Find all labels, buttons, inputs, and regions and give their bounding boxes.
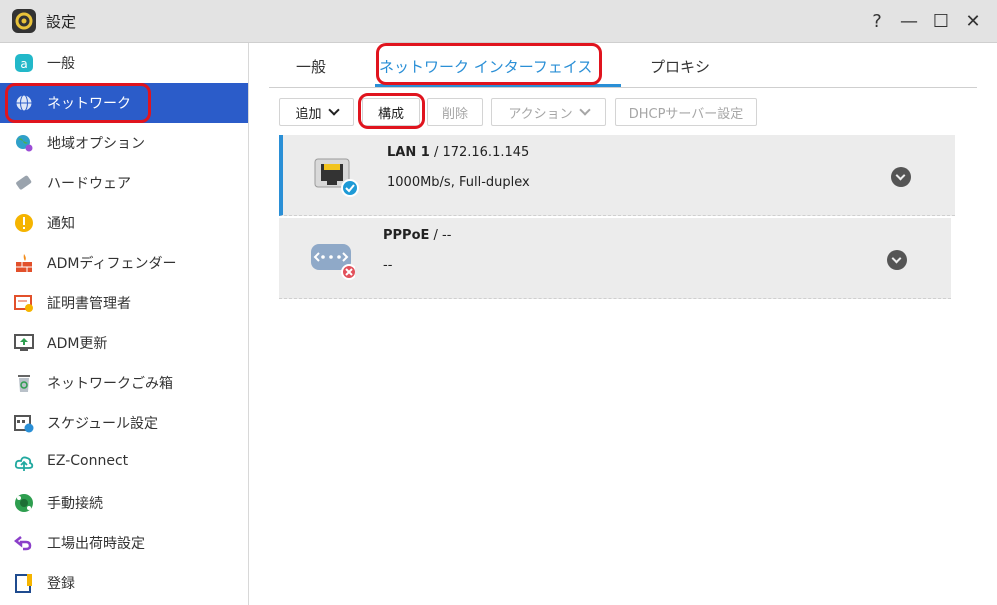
add-dropdown-button[interactable]: 追加 — [279, 98, 354, 126]
action-label: アクション — [508, 106, 573, 122]
hardware-icon — [16, 175, 32, 190]
sidebar-item-registration[interactable]: 登録 — [0, 563, 248, 603]
maximize-icon[interactable]: ☐ — [931, 10, 951, 32]
interface-status: -- — [383, 258, 393, 273]
delete-button[interactable]: 削除 — [427, 98, 483, 126]
tab-general[interactable]: 一般 — [296, 56, 326, 77]
ethernet-port-icon — [314, 158, 359, 197]
settings-gear-icon — [12, 9, 36, 33]
configure-highlight-box — [358, 93, 425, 129]
registration-icon — [15, 574, 32, 593]
sidebar-item-certificate[interactable]: 証明書管理者 — [0, 283, 248, 323]
update-icon — [14, 334, 34, 351]
action-dropdown-button[interactable]: アクション — [491, 98, 606, 126]
sidebar-item-adm-update[interactable]: ADM更新 — [0, 323, 248, 363]
dhcp-label: DHCPサーバー設定 — [628, 106, 744, 122]
sidebar-item-region[interactable]: 地域オプション — [0, 123, 248, 163]
settings-window: 設定 ? — ☐ ✕ a 一般 ネットワーク 地域オプション ハードウェア 通知 — [0, 0, 997, 605]
interface-row-pppoe[interactable]: PPPoE / -- -- — [279, 218, 951, 299]
sidebar-item-ez-connect[interactable]: EZ-Connect — [0, 443, 248, 483]
title-bar: 設定 ? — ☐ ✕ — [0, 0, 997, 43]
tab-highlight-box — [376, 43, 602, 85]
notification-icon — [15, 214, 33, 232]
sidebar-item-notification[interactable]: 通知 — [0, 203, 248, 243]
sidebar-item-label: 地域オプション — [47, 136, 145, 152]
sidebar-item-recycle-bin[interactable]: ネットワークごみ箱 — [0, 363, 248, 403]
sidebar-item-label: ADMディフェンダー — [47, 256, 177, 272]
sidebar-item-label: スケジュール設定 — [47, 416, 159, 432]
sidebar-item-hardware[interactable]: ハードウェア — [0, 163, 248, 203]
connected-check-icon — [341, 179, 359, 197]
sidebar-item-label: EZ-Connect — [47, 453, 129, 469]
network-highlight-box — [5, 83, 151, 123]
sidebar-item-general[interactable]: a 一般 — [0, 43, 248, 83]
dhcp-server-button[interactable]: DHCPサーバー設定 — [615, 98, 757, 126]
main-panel: 一般 ネットワーク インターフェイス プロキシ 追加 構成 削除 アクション D… — [249, 43, 997, 605]
tab-proxy[interactable]: プロキシ — [650, 56, 710, 77]
sidebar-item-label: ADM更新 — [47, 336, 108, 352]
delete-label: 削除 — [441, 106, 468, 122]
minimize-icon[interactable]: — — [899, 10, 919, 32]
help-icon[interactable]: ? — [867, 10, 887, 32]
pppoe-icon — [311, 244, 355, 280]
manual-connect-icon — [15, 494, 33, 512]
reset-icon — [14, 536, 32, 551]
interface-name: PPPoE / -- — [383, 228, 452, 243]
expand-chevron-icon[interactable] — [891, 167, 911, 187]
close-icon[interactable]: ✕ — [963, 10, 983, 32]
sidebar-item-label: 一般 — [47, 56, 75, 72]
expand-chevron-icon[interactable] — [887, 250, 907, 270]
interface-name: LAN 1 / 172.16.1.145 — [387, 145, 530, 160]
svg-text:a: a — [20, 57, 27, 71]
schedule-icon — [14, 415, 34, 433]
sidebar-item-label: ネットワークごみ箱 — [47, 376, 173, 392]
sidebar-item-defender[interactable]: ADMディフェンダー — [0, 243, 248, 283]
sidebar-item-label: 登録 — [47, 576, 75, 592]
sidebar-item-label: 工場出荷時設定 — [47, 536, 145, 552]
region-icon — [16, 135, 33, 152]
sidebar-item-label: 通知 — [47, 216, 75, 232]
firewall-icon — [16, 254, 32, 272]
certificate-icon — [14, 295, 33, 312]
window-title: 設定 — [46, 13, 77, 31]
sidebar-item-label: ハードウェア — [47, 176, 131, 192]
cloud-icon — [14, 456, 34, 471]
sidebar-item-label: 証明書管理者 — [47, 296, 131, 312]
add-label: 追加 — [295, 106, 322, 122]
sidebar-item-schedule[interactable]: スケジュール設定 — [0, 403, 248, 443]
interface-row-lan1[interactable]: LAN 1 / 172.16.1.145 1000Mb/s, Full-dupl… — [279, 135, 955, 216]
sidebar: a 一般 ネットワーク 地域オプション ハードウェア 通知 ADMディフェンダー… — [0, 43, 249, 605]
recycle-bin-icon — [18, 375, 30, 392]
sidebar-item-factory-reset[interactable]: 工場出荷時設定 — [0, 523, 248, 563]
interface-status: 1000Mb/s, Full-duplex — [387, 175, 530, 190]
sidebar-item-manual-connect[interactable]: 手動接続 — [0, 483, 248, 523]
chevron-down-icon — [579, 104, 591, 116]
chevron-down-icon — [327, 104, 340, 116]
sidebar-item-label: 手動接続 — [47, 496, 103, 512]
general-icon: a — [15, 54, 33, 72]
